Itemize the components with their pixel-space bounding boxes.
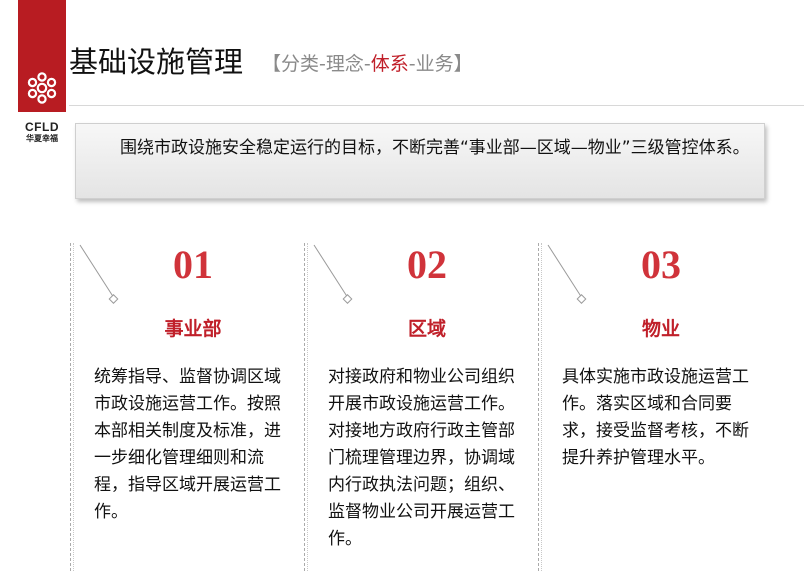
summary-text: 围绕市政设施安全稳定运行的目标，不断完善“事业部—区域—物业”三级管控体系。 bbox=[120, 138, 750, 158]
breadcrumb-item-business: 业务 bbox=[415, 53, 454, 75]
breadcrumb: 【分类-理念-体系-业务】 bbox=[262, 49, 473, 79]
header-divider bbox=[69, 105, 804, 106]
breadcrumb-item-category: 分类 bbox=[281, 53, 320, 75]
breadcrumb-separator: - bbox=[363, 53, 371, 75]
column-title: 物业 bbox=[641, 318, 680, 340]
breadcrumb-item-system-active: 体系 bbox=[370, 53, 409, 75]
logo-sub-text: 华夏幸福 bbox=[26, 134, 58, 143]
flower-logo-icon bbox=[27, 72, 57, 104]
summary-banner: 围绕市政设施安全稳定运行的目标，不断完善“事业部—区域—物业”三级管控体系。 bbox=[75, 123, 765, 199]
bracket-open: 【 bbox=[262, 53, 282, 75]
column-body: 具体实施市政设施运营工作。落实区域和合同要求，接受监督考核，不断提升养护管理水平… bbox=[562, 367, 749, 468]
column-title: 区域 bbox=[407, 318, 446, 340]
column-number: 03 bbox=[641, 242, 681, 287]
logo-brand-text: CFLD bbox=[25, 120, 59, 134]
column-body: 统筹指导、监督协调区域市政设施运营工作。按照本部相关制度及标准，进一步细化管理细… bbox=[94, 367, 281, 522]
column-number: 02 bbox=[407, 242, 447, 287]
column-property: 03 物业 具体实施市政设施运营工作。落实区域和合同要求，接受监督考核，不断提升… bbox=[538, 243, 772, 571]
column-region: 02 区域 对接政府和物业公司组织开展市政设施运营工作。对接地方政府行政主管部门… bbox=[304, 243, 538, 571]
breadcrumb-separator: - bbox=[319, 53, 326, 75]
bracket-close: 】 bbox=[453, 53, 473, 75]
breadcrumb-item-concept: 理念 bbox=[325, 53, 364, 75]
page-title: 基础设施管理 bbox=[69, 45, 244, 79]
column-number: 01 bbox=[173, 242, 213, 287]
column-body: 对接政府和物业公司组织开展市政设施运营工作。对接地方政府行政主管部门梳理管理边界… bbox=[328, 367, 515, 549]
column-department: 01 事业部 统筹指导、监督协调区域市政设施运营工作。按照本部相关制度及标准，进… bbox=[70, 243, 304, 571]
breadcrumb-separator: - bbox=[408, 53, 416, 75]
column-title: 事业部 bbox=[164, 318, 222, 340]
